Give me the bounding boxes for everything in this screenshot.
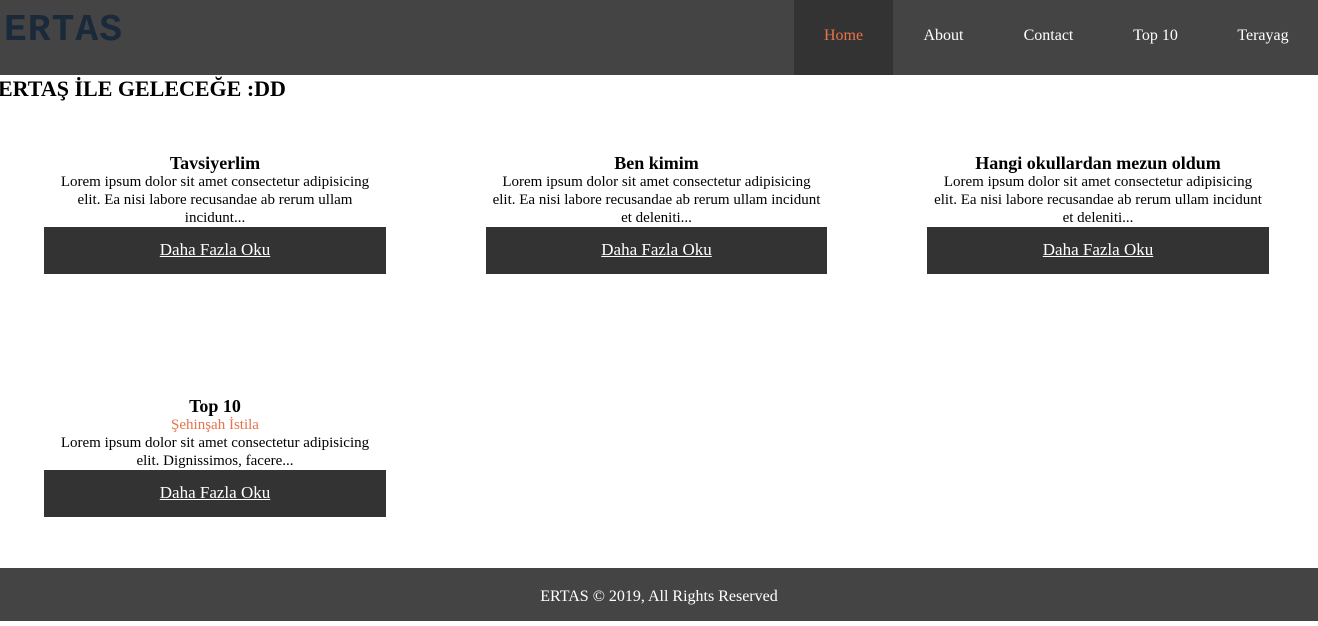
read-more-button[interactable]: Daha Fazla Oku: [44, 470, 386, 517]
card-subtitle: Şehinşah İstila: [171, 417, 259, 433]
card-title: Top 10: [189, 396, 241, 416]
nav-about[interactable]: About: [893, 0, 994, 75]
nav-home[interactable]: Home: [794, 0, 893, 75]
card-title: Hangi okullardan mezun oldum: [975, 153, 1221, 173]
card-text: Lorem ipsum dolor sit amet consectetur a…: [60, 174, 370, 226]
card-top-10: Top 10 Şehinşah İstila Lorem ipsum dolor…: [44, 396, 386, 517]
footer-copyright: ERTAS © 2019, All Rights Reserved: [540, 588, 778, 605]
card-text: Lorem ipsum dolor sit amet consectetur a…: [934, 174, 1262, 226]
nav-terayag[interactable]: Terayag: [1208, 0, 1318, 75]
main-nav: Home About Contact Top 10 Terayag: [794, 0, 1318, 75]
card-ben-kimim: Ben kimim Lorem ipsum dolor sit amet con…: [486, 153, 827, 274]
page-title: ERTAŞ İLE GELECEĞE :DD: [0, 76, 286, 101]
card-text: Lorem ipsum dolor sit amet consectetur a…: [60, 435, 370, 469]
card-title: Tavsiyerlim: [169, 153, 261, 173]
card-text: Lorem ipsum dolor sit amet consectetur a…: [492, 174, 821, 226]
site-header: ERTAS Home About Contact Top 10 Terayag: [0, 0, 1318, 75]
read-more-button[interactable]: Daha Fazla Oku: [486, 227, 827, 274]
nav-contact[interactable]: Contact: [994, 0, 1103, 75]
card-okullar: Hangi okullardan mezun oldum Lorem ipsum…: [927, 153, 1269, 274]
card-title: Ben kimim: [614, 153, 699, 173]
site-footer: ERTAS © 2019, All Rights Reserved: [0, 568, 1318, 621]
nav-top-10[interactable]: Top 10: [1103, 0, 1208, 75]
site-logo[interactable]: ERTAS: [4, 10, 123, 52]
read-more-button[interactable]: Daha Fazla Oku: [44, 227, 386, 274]
read-more-button[interactable]: Daha Fazla Oku: [927, 227, 1269, 274]
card-tavsiyerlim: Tavsiyerlim Lorem ipsum dolor sit amet c…: [44, 153, 386, 274]
